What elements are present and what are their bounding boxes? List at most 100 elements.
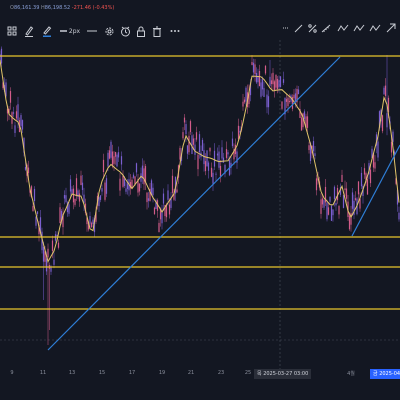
candle [381,115,384,132]
crosshair-time-label: 목 2025-03-27 03:00 [254,369,312,379]
candle [9,91,12,103]
candle [386,113,388,128]
candle [189,121,192,133]
candle [245,87,247,102]
candle [132,174,135,178]
candle [323,200,325,208]
line-width-label: 2px [68,27,81,35]
candle [105,178,108,194]
more-icon[interactable] [168,20,182,42]
trend-line-right[interactable] [351,144,400,237]
candle [209,147,211,152]
candle [216,153,219,156]
candle [333,186,336,200]
candle [59,207,61,224]
candle [165,205,168,218]
candle [69,179,72,192]
trend-line-icon[interactable] [292,17,304,39]
candle [251,62,253,65]
candle [312,141,315,152]
candle [0,54,1,61]
candle [152,187,154,196]
time-axis: 9 11 13 15 17 19 21 23 25 4월 목 2025-03-2… [0,362,400,400]
candle [15,111,18,119]
line-width-button[interactable]: 2px [57,20,83,42]
candle [186,145,189,154]
candle [297,89,300,95]
candle [167,190,169,200]
candle [183,117,186,123]
dashed-line-icon[interactable] [280,17,292,39]
candle [300,117,303,131]
candle [20,115,22,126]
candle [138,183,141,192]
candle [327,207,330,215]
candle [330,205,333,221]
settings-icon[interactable] [102,20,116,42]
candle [374,162,376,169]
candle [161,211,163,224]
percent-icon[interactable] [306,17,318,39]
candle [116,154,118,167]
candle [338,206,340,215]
candle [53,259,55,265]
candle [243,99,246,103]
candle [188,135,190,153]
candle [90,222,93,228]
alert-icon[interactable] [118,20,132,42]
candle [369,169,372,184]
ruler-icon[interactable] [320,17,332,39]
candle [146,192,148,203]
pencil-icon[interactable] [22,20,36,42]
candle [293,94,295,99]
arrow-up-right-icon[interactable] [384,17,398,39]
candle [384,85,387,97]
price-chart[interactable] [0,40,400,370]
candle [32,206,34,212]
wave-a-icon[interactable] [336,17,350,39]
candle [303,111,306,120]
candle [104,182,106,200]
candle [360,172,363,187]
candle [185,124,187,135]
candle [242,101,244,107]
trend-line-main[interactable] [47,56,341,351]
time-tick: 9 [10,370,14,376]
candle [329,196,331,202]
candle [314,153,316,157]
lock-icon[interactable] [134,20,148,42]
candle [272,72,274,85]
candle [218,151,220,168]
candle [225,149,228,158]
line-color-icon[interactable] [40,20,54,42]
candle [141,165,144,178]
template-icon[interactable] [4,20,20,42]
drawing-toolbar: 2px [0,20,185,42]
candle [398,212,400,220]
candle [102,159,105,173]
candle [21,120,24,130]
candle [254,64,256,75]
candle [42,247,45,262]
candle [266,94,268,108]
candle [120,156,123,165]
line-style-icon[interactable] [85,20,99,42]
tool-favorites-bar [280,17,400,39]
candle [237,125,240,140]
wave-c-icon[interactable] [368,17,382,39]
candle [210,167,213,177]
candle [366,179,369,195]
trash-icon[interactable] [150,20,164,42]
candle [101,188,103,192]
candle [36,211,39,214]
candle [110,141,112,158]
wave-b-icon[interactable] [352,17,366,39]
candle [162,193,165,204]
candle [342,195,345,208]
candle [287,97,289,107]
candle [348,215,351,230]
candle [75,178,78,197]
line-width-icon [59,30,67,32]
candle [320,199,322,214]
candle [35,216,37,226]
